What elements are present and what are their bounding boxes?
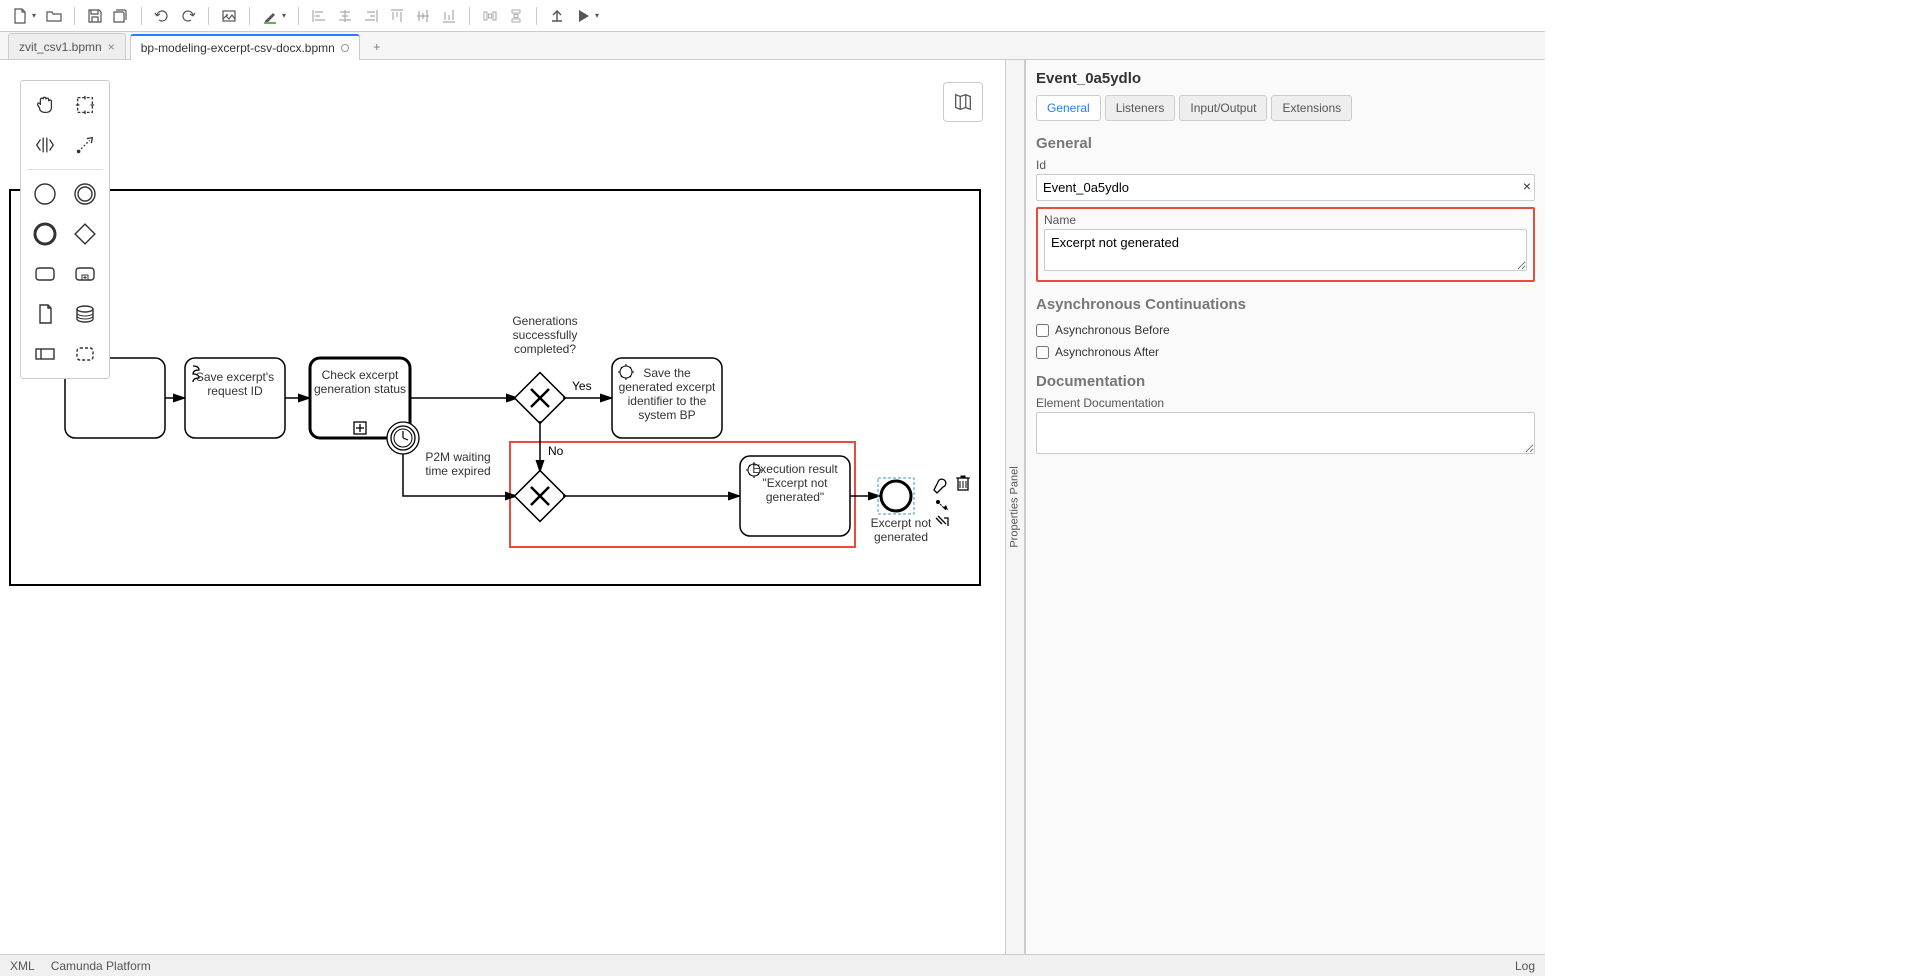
start-event-icon[interactable]: [27, 176, 63, 212]
space-tool-icon[interactable]: [27, 127, 63, 163]
status-xml[interactable]: XML: [10, 959, 35, 973]
align-center-icon[interactable]: [333, 4, 357, 28]
bpmn-diagram-svg: Save excerpt's request ID Check excerpt …: [0, 60, 1000, 660]
file-tab-label: zvit_csv1.bpmn: [19, 40, 102, 54]
name-highlight-box: Name: [1036, 207, 1535, 282]
context-annotation-icon[interactable]: [936, 516, 948, 526]
tab-input-output[interactable]: Input/Output: [1179, 95, 1267, 121]
align-bottom-icon[interactable]: [437, 4, 461, 28]
doc-input[interactable]: [1036, 412, 1535, 454]
task-icon[interactable]: [27, 256, 63, 292]
lasso-tool-icon[interactable]: [67, 87, 103, 123]
palette: [20, 80, 110, 379]
context-trash-icon[interactable]: [956, 476, 970, 490]
diagram-canvas[interactable]: Save excerpt's request ID Check excerpt …: [0, 60, 1005, 954]
new-file-icon[interactable]: [8, 4, 32, 28]
async-after-checkbox[interactable]: [1036, 346, 1049, 359]
properties-panel: Event_0a5ydlo General Listeners Input/Ou…: [1025, 60, 1545, 954]
task-label: Execution result "Excerpt not generated": [743, 462, 847, 504]
align-left-icon[interactable]: [307, 4, 331, 28]
new-file-caret[interactable]: ▾: [32, 11, 36, 20]
save-icon[interactable]: [83, 4, 107, 28]
file-tab-2[interactable]: bp-modeling-excerpt-csv-docx.bpmn: [130, 34, 360, 60]
deploy-icon[interactable]: [545, 4, 569, 28]
task-label: Check excerpt generation status: [313, 368, 407, 396]
open-file-icon[interactable]: [42, 4, 66, 28]
minimap-toggle-button[interactable]: [943, 82, 983, 122]
gateway-generations-completed[interactable]: [515, 373, 566, 424]
doc-label: Element Documentation: [1036, 396, 1535, 410]
hand-tool-icon[interactable]: [27, 87, 63, 123]
redo-icon[interactable]: [176, 4, 200, 28]
context-wrench-icon[interactable]: [934, 479, 946, 493]
close-icon[interactable]: ×: [108, 40, 115, 54]
gateway-merge[interactable]: [515, 471, 566, 522]
color-caret[interactable]: ▾: [282, 11, 286, 20]
status-log[interactable]: Log: [1515, 959, 1535, 973]
task-label: Save the generated excerpt identifier to…: [615, 362, 719, 422]
run-icon[interactable]: [571, 4, 595, 28]
async-before-checkbox[interactable]: [1036, 324, 1049, 337]
async-before-label: Asynchronous Before: [1055, 323, 1170, 337]
data-store-icon[interactable]: [67, 296, 103, 332]
data-object-icon[interactable]: [27, 296, 63, 332]
task-save-excerpt[interactable]: Save excerpt's request ID: [185, 358, 285, 438]
undo-icon[interactable]: [150, 4, 174, 28]
clear-icon[interactable]: ×: [1523, 178, 1531, 194]
file-tab-1[interactable]: zvit_csv1.bpmn ×: [8, 33, 126, 59]
name-input[interactable]: [1044, 229, 1527, 271]
tab-general[interactable]: General: [1036, 95, 1101, 121]
flow-label-no: No: [548, 444, 564, 458]
subprocess-icon[interactable]: [67, 256, 103, 292]
task-execution-result[interactable]: Execution result "Excerpt not generated": [740, 456, 850, 536]
tab-listeners[interactable]: Listeners: [1105, 95, 1176, 121]
gateway-label: Generations successfully completed?: [500, 314, 590, 356]
properties-panel-toggle[interactable]: Properties Panel: [1005, 60, 1025, 954]
end-event-excerpt-not-generated[interactable]: [878, 478, 914, 514]
run-caret[interactable]: ▾: [595, 11, 599, 20]
end-event-icon[interactable]: [27, 216, 63, 252]
section-async: Asynchronous Continuations: [1036, 296, 1535, 313]
timer-label: P2M waiting time expired: [418, 450, 498, 478]
participant-icon[interactable]: [27, 336, 63, 372]
image-icon[interactable]: [217, 4, 241, 28]
toolbar-top: ▾ ▾ ▾: [0, 0, 1545, 32]
status-platform[interactable]: Camunda Platform: [51, 959, 151, 973]
color-icon[interactable]: [258, 4, 282, 28]
intermediate-event-icon[interactable]: [67, 176, 103, 212]
task-label: Save excerpt's request ID: [188, 370, 282, 398]
context-connect-icon[interactable]: [936, 500, 948, 510]
dist-v-icon[interactable]: [504, 4, 528, 28]
properties-panel-toggle-label: Properties Panel: [1009, 466, 1021, 547]
timer-boundary-event[interactable]: [387, 422, 419, 454]
add-tab-button[interactable]: +: [364, 35, 390, 59]
file-tabs-bar: zvit_csv1.bpmn × bp-modeling-excerpt-csv…: [0, 32, 1545, 60]
context-pad: [934, 476, 970, 526]
async-after-label: Asynchronous After: [1055, 345, 1159, 359]
group-icon[interactable]: [67, 336, 103, 372]
align-right-icon[interactable]: [359, 4, 383, 28]
align-top-icon[interactable]: [385, 4, 409, 28]
align-middle-icon[interactable]: [411, 4, 435, 28]
section-general: General: [1036, 135, 1535, 152]
properties-tabs: General Listeners Input/Output Extension…: [1036, 95, 1535, 121]
gateway-icon[interactable]: [67, 216, 103, 252]
task-save-generated[interactable]: Save the generated excerpt identifier to…: [612, 358, 722, 438]
id-label: Id: [1036, 158, 1535, 172]
end-event-label: Excerpt not generated: [866, 516, 936, 544]
status-bar: XML Camunda Platform Log: [0, 954, 1545, 976]
connect-tool-icon[interactable]: [67, 127, 103, 163]
save-all-icon[interactable]: [109, 4, 133, 28]
file-tab-label: bp-modeling-excerpt-csv-docx.bpmn: [141, 41, 335, 55]
element-title: Event_0a5ydlo: [1036, 70, 1535, 87]
dist-h-icon[interactable]: [478, 4, 502, 28]
dirty-indicator-icon: [341, 44, 349, 52]
flow-label-yes: Yes: [572, 379, 592, 393]
id-input[interactable]: [1036, 174, 1535, 201]
section-documentation: Documentation: [1036, 373, 1535, 390]
name-label: Name: [1044, 213, 1527, 227]
tab-extensions[interactable]: Extensions: [1271, 95, 1352, 121]
